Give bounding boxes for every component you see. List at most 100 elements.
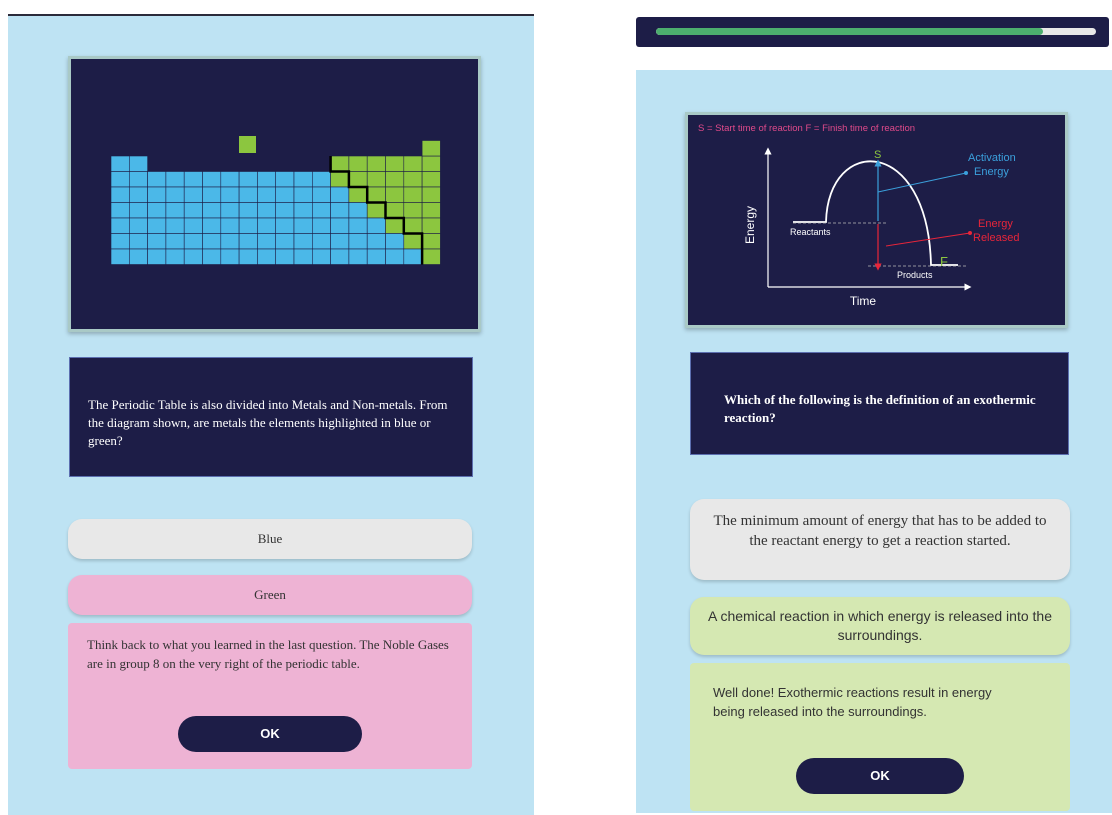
metal-cell bbox=[147, 233, 167, 250]
released-label-line1: Energy bbox=[978, 218, 1013, 230]
metal-cell bbox=[293, 171, 313, 188]
metal-cell bbox=[220, 217, 240, 234]
periodic-table-diagram bbox=[110, 136, 441, 265]
nonmetal-cell bbox=[385, 186, 405, 203]
nonmetal-cell bbox=[348, 171, 368, 188]
metal-cell bbox=[220, 186, 240, 203]
metal-cell bbox=[348, 233, 368, 250]
activation-pointer bbox=[877, 172, 967, 193]
option-blue-label: Blue bbox=[257, 531, 283, 546]
metal-cell bbox=[238, 171, 258, 188]
metal-cell bbox=[165, 217, 185, 234]
energy-diagram-image: S = Start time of reaction F = Finish ti… bbox=[685, 112, 1068, 328]
metal-cell bbox=[165, 202, 185, 219]
nonmetal-cell bbox=[421, 202, 441, 219]
released-label-line2: Released bbox=[973, 232, 1019, 244]
metal-cell bbox=[257, 233, 276, 250]
metal-cell bbox=[147, 217, 167, 234]
feedback-text-right: Well done! Exothermic reactions result i… bbox=[713, 685, 992, 719]
metal-cell bbox=[312, 202, 331, 219]
nonmetal-cell bbox=[366, 186, 386, 203]
metal-cell bbox=[202, 171, 222, 188]
metal-cell bbox=[110, 248, 130, 265]
metal-cell bbox=[147, 171, 167, 188]
metal-cell bbox=[275, 248, 295, 265]
metal-cell bbox=[220, 202, 240, 219]
metal-cell bbox=[312, 217, 331, 234]
nonmetal-cell bbox=[366, 202, 386, 219]
nonmetal-cell bbox=[421, 155, 441, 172]
option-blue-button[interactable]: Blue bbox=[68, 519, 472, 559]
progress-track bbox=[656, 28, 1096, 35]
option-green-button[interactable]: Green bbox=[68, 575, 472, 615]
metal-cell bbox=[128, 186, 148, 203]
metal-cell bbox=[238, 233, 258, 250]
metal-cell bbox=[110, 155, 130, 172]
metal-cell bbox=[293, 248, 313, 265]
activation-label-line2: Energy bbox=[974, 166, 1009, 178]
activation-label-line1: Activation bbox=[968, 152, 1016, 164]
metal-cell bbox=[202, 248, 222, 265]
metal-cell bbox=[238, 202, 258, 219]
option-exothermic-label: A chemical reaction in which energy is r… bbox=[708, 608, 1052, 643]
nonmetal-cell bbox=[385, 155, 405, 172]
products-label: Products bbox=[897, 270, 933, 280]
metal-cell bbox=[165, 248, 185, 265]
metal-cell bbox=[257, 217, 276, 234]
metal-cell bbox=[312, 233, 331, 250]
activation-pointer-dot bbox=[964, 171, 968, 175]
metal-cell bbox=[183, 186, 203, 203]
metal-cell bbox=[183, 248, 203, 265]
metal-cell bbox=[202, 202, 222, 219]
diagram-legend: S = Start time of reaction F = Finish ti… bbox=[698, 123, 915, 134]
nonmetal-cell bbox=[421, 217, 441, 234]
periodic-table-image bbox=[68, 56, 481, 332]
metal-cell bbox=[257, 186, 276, 203]
finish-marker: F bbox=[940, 254, 948, 269]
option-exothermic-button[interactable]: A chemical reaction in which energy is r… bbox=[690, 597, 1070, 655]
metal-cell bbox=[238, 217, 258, 234]
metal-cell bbox=[275, 233, 295, 250]
metal-cell bbox=[275, 186, 295, 203]
nonmetal-cell bbox=[385, 202, 405, 219]
metal-cell bbox=[128, 202, 148, 219]
nonmetal-cell bbox=[348, 155, 368, 172]
metal-cell bbox=[312, 186, 331, 203]
metal-cell bbox=[165, 171, 185, 188]
ok-button-left[interactable]: OK bbox=[178, 716, 362, 752]
metal-cell bbox=[275, 171, 295, 188]
metal-cell bbox=[110, 217, 130, 234]
metal-cell bbox=[275, 217, 295, 234]
nonmetal-cell bbox=[403, 217, 423, 234]
energy-curve bbox=[793, 160, 958, 266]
metal-cell bbox=[348, 217, 368, 234]
metal-cell bbox=[147, 186, 167, 203]
metal-cell bbox=[220, 171, 240, 188]
metal-cell bbox=[330, 248, 350, 265]
ok-button-right[interactable]: OK bbox=[796, 758, 964, 794]
metal-cell bbox=[128, 233, 148, 250]
metal-cell bbox=[183, 202, 203, 219]
nonmetal-cell bbox=[403, 233, 423, 250]
question-text-right: Which of the following is the definition… bbox=[724, 392, 1036, 425]
metal-cell bbox=[183, 171, 203, 188]
metal-cell bbox=[220, 233, 240, 250]
progress-fill bbox=[656, 28, 1044, 35]
nonmetal-cell bbox=[385, 171, 405, 188]
metal-cell bbox=[257, 202, 276, 219]
metal-cell bbox=[147, 248, 167, 265]
nonmetal-cell bbox=[366, 155, 386, 172]
metal-cell bbox=[403, 248, 423, 265]
metal-cell bbox=[183, 233, 203, 250]
metal-cell bbox=[385, 233, 405, 250]
metal-cell bbox=[257, 171, 276, 188]
metal-cell bbox=[385, 248, 405, 265]
metal-cell bbox=[330, 217, 350, 234]
reactants-label: Reactants bbox=[790, 227, 831, 237]
metal-cell bbox=[293, 217, 313, 234]
metal-cell bbox=[366, 233, 386, 250]
metal-cell bbox=[293, 233, 313, 250]
nonmetal-cell bbox=[421, 186, 441, 203]
option-activation-button[interactable]: The minimum amount of energy that has to… bbox=[690, 499, 1070, 580]
metal-cell bbox=[202, 186, 222, 203]
